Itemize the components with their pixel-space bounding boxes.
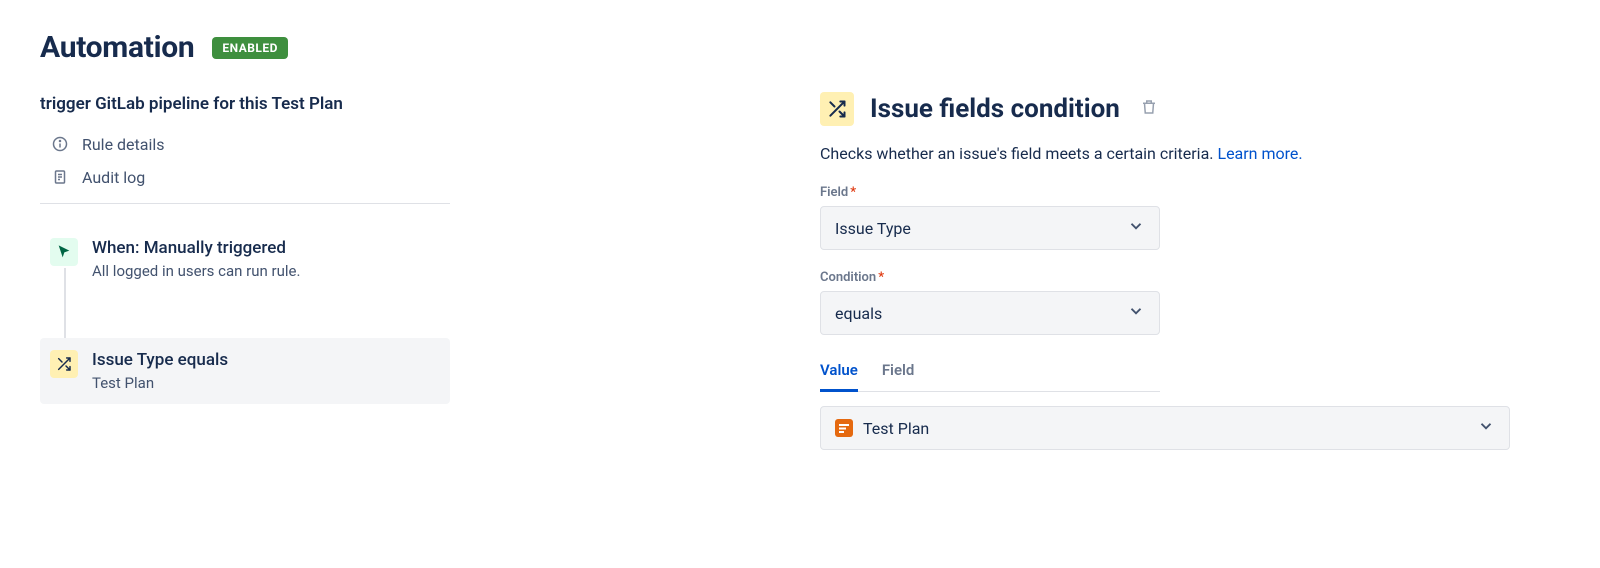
document-icon [52,169,68,185]
panel-description: Checks whether an issue's field meets a … [820,144,1560,163]
field-label: Field* [820,185,1560,200]
nav-audit-log-label: Audit log [82,168,145,187]
divider [40,203,450,204]
field-select-value: Issue Type [835,219,911,238]
nav-audit-log[interactable]: Audit log [52,168,450,187]
tab-field[interactable]: Field [882,355,915,392]
trash-icon[interactable] [1140,98,1158,120]
step-trigger-sub: All logged in users can run rule. [92,262,300,280]
step-condition[interactable]: Issue Type equals Test Plan [40,338,450,404]
condition-select[interactable]: equals [820,291,1160,335]
chevron-down-icon [1127,217,1145,239]
condition-label: Condition* [820,270,1560,285]
chevron-down-icon [1477,417,1495,439]
panel-title: Issue fields condition [870,94,1120,124]
step-condition-sub: Test Plan [92,374,228,392]
issuetype-icon [835,419,853,437]
step-trigger[interactable]: When: Manually triggered All logged in u… [40,226,450,292]
shuffle-icon [50,350,78,378]
tab-value[interactable]: Value [820,355,858,392]
status-badge-enabled: ENABLED [212,37,288,59]
condition-select-value: equals [835,304,882,323]
step-trigger-title: When: Manually triggered [92,238,300,258]
value-select-value: Test Plan [863,419,929,438]
chevron-down-icon [1127,302,1145,324]
learn-more-link[interactable]: Learn more. [1217,144,1302,163]
nav-rule-details[interactable]: Rule details [52,135,450,154]
value-tabs: Value Field [820,355,1160,392]
value-select[interactable]: Test Plan [820,406,1510,450]
cursor-icon [50,238,78,266]
rule-name: trigger GitLab pipeline for this Test Pl… [40,93,400,117]
info-icon [52,136,68,152]
field-select[interactable]: Issue Type [820,206,1160,250]
step-condition-title: Issue Type equals [92,350,228,370]
nav-rule-details-label: Rule details [82,135,165,154]
page-title: Automation [40,30,194,65]
shuffle-icon [820,92,854,126]
